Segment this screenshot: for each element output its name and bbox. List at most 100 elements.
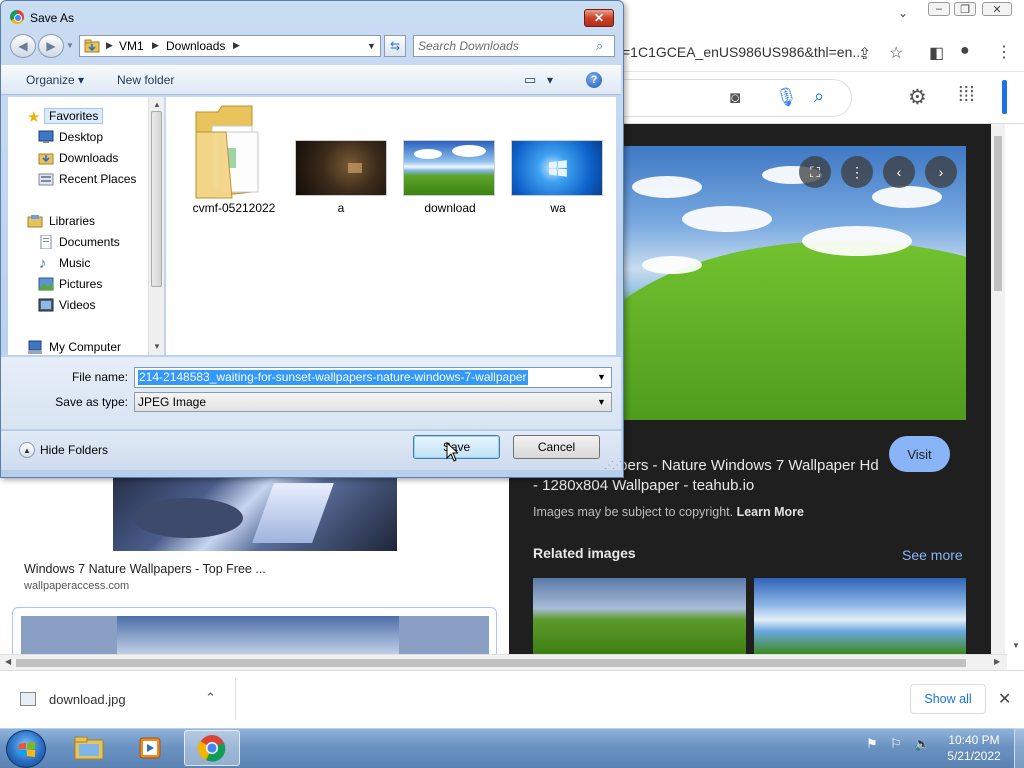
see-more-link[interactable]: See more <box>902 547 963 563</box>
taskbar-explorer[interactable] <box>61 730 117 766</box>
show-all-button[interactable]: Show all <box>910 684 986 714</box>
nav-music[interactable]: Music <box>59 256 90 270</box>
file-label[interactable]: wa <box>508 201 608 215</box>
breadcrumb-vm1[interactable]: VM1 <box>119 39 144 53</box>
new-folder-button[interactable]: New folder <box>117 73 174 87</box>
hide-folders-chevron-icon[interactable]: ▲ <box>19 442 35 458</box>
nav-libraries[interactable]: Libraries <box>49 214 95 228</box>
search-input[interactable] <box>418 38 588 54</box>
url-text[interactable]: =1C1GCEA_enUS986US986&thl=en... <box>622 44 864 60</box>
refresh-button[interactable]: ⇆ <box>384 35 406 57</box>
nav-pictures[interactable]: Pictures <box>59 277 102 291</box>
scroll-down-arrow-icon[interactable]: ▼ <box>1012 641 1020 650</box>
file-name-combobox[interactable]: 214-2148583_waiting-for-sunset-wallpaper… <box>134 367 612 388</box>
related-image-1[interactable] <box>533 578 746 654</box>
chrome-icon <box>197 735 226 762</box>
file-name-dropdown-icon[interactable]: ▼ <box>597 372 606 382</box>
close-window-button[interactable]: ✕ <box>982 2 1012 16</box>
view-options-chevron-icon[interactable]: ▾ <box>547 73 553 87</box>
result-thumbnail-rocks[interactable] <box>113 478 397 551</box>
help-icon[interactable]: ? <box>586 72 602 88</box>
hide-folders-button[interactable]: Hide Folders <box>40 443 108 457</box>
share-icon[interactable]: ⇪ <box>858 44 871 64</box>
nav-my-computer[interactable]: My Computer <box>49 340 121 354</box>
scroll-down-arrow-icon[interactable]: ▼ <box>153 342 161 351</box>
scroll-left-arrow-icon[interactable]: ◀ <box>5 657 11 666</box>
learn-more-link[interactable]: Learn More <box>737 505 804 519</box>
next-image-button[interactable]: › <box>925 156 957 188</box>
action-center-icon[interactable]: ⚐ <box>890 736 902 752</box>
search-box[interactable]: ⌕ <box>413 35 615 57</box>
breadcrumb-separator-icon[interactable]: ▶ <box>106 40 113 51</box>
minimize-button[interactable]: – <box>928 2 950 16</box>
nav-downloads[interactable]: Downloads <box>59 151 118 165</box>
scroll-up-arrow-icon[interactable]: ▲ <box>153 100 161 109</box>
chrome-menu-icon[interactable]: ⋮ <box>996 42 1012 62</box>
volume-icon[interactable]: 🔈 <box>914 736 930 752</box>
file-label[interactable]: a <box>291 201 391 215</box>
settings-gear-icon[interactable]: ⚙ <box>908 85 927 110</box>
camera-search-icon[interactable]: ◙ <box>730 88 740 108</box>
nav-recent-places[interactable]: Recent Places <box>59 172 136 186</box>
previous-image-button[interactable]: ‹ <box>883 156 915 188</box>
scroll-right-arrow-icon[interactable]: ▶ <box>994 657 1000 666</box>
file-name-input[interactable]: 214-2148583_waiting-for-sunset-wallpaper… <box>138 370 528 385</box>
side-panel-icon[interactable]: ◧ <box>929 43 944 63</box>
breadcrumb-downloads[interactable]: Downloads <box>166 39 225 53</box>
related-image-2[interactable] <box>754 578 966 654</box>
change-view-icon[interactable]: ▭ <box>524 72 536 88</box>
start-button[interactable] <box>6 730 46 768</box>
maximize-button[interactable]: ❐ <box>954 2 976 16</box>
network-error-icon[interactable]: ⚑ <box>866 736 878 752</box>
file-thumbnail-a[interactable] <box>295 140 387 196</box>
address-bar[interactable]: ▶ VM1 ▶ Downloads ▶ ▼ <box>79 35 381 57</box>
more-options-button[interactable]: ⋮ <box>841 156 873 188</box>
apps-grid-icon[interactable]: ⁞⁞⁞ <box>958 84 975 107</box>
download-item-name[interactable]: download.jpg <box>49 692 126 707</box>
profile-avatar-icon[interactable]: ● <box>960 42 970 60</box>
file-label[interactable]: cvmf-05212022 <box>184 201 284 215</box>
lens-search-button[interactable]: ⛶ <box>799 156 831 188</box>
large-folder-icon <box>195 105 259 199</box>
dialog-close-button[interactable]: ✕ <box>584 9 614 27</box>
clock[interactable]: 10:40 PM 5/21/2022 <box>934 732 1014 764</box>
tab-search-chevron-icon[interactable]: ⌄ <box>898 6 908 20</box>
file-label[interactable]: download <box>400 201 500 215</box>
page-vertical-scrollbar[interactable] <box>991 124 1005 654</box>
show-desktop-button[interactable] <box>1014 728 1024 768</box>
bookmark-star-icon[interactable]: ☆ <box>889 43 903 63</box>
page-horizontal-scrollbar[interactable] <box>0 654 1007 670</box>
organize-button[interactable]: Organize ▾ <box>26 73 84 87</box>
breadcrumb-separator-icon[interactable]: ▶ <box>152 40 159 51</box>
back-button[interactable]: ◀ <box>10 34 36 58</box>
search-icon[interactable]: ⌕ <box>596 38 603 54</box>
result-source[interactable]: wallpaperaccess.com <box>24 580 129 592</box>
nav-documents[interactable]: Documents <box>59 235 120 249</box>
address-dropdown-icon[interactable]: ▼ <box>367 41 376 51</box>
taskbar-chrome[interactable] <box>184 730 240 766</box>
breadcrumb-separator-icon[interactable]: ▶ <box>233 40 240 51</box>
file-thumbnail-download[interactable] <box>403 140 495 196</box>
file-item-folder[interactable] <box>192 102 268 200</box>
download-options-chevron-icon[interactable]: ⌃ <box>205 690 216 706</box>
nav-favorites[interactable]: Favorites <box>44 108 104 124</box>
forward-button[interactable]: ▶ <box>38 34 64 58</box>
taskbar-media-player[interactable] <box>122 730 178 766</box>
nav-scroll-thumb[interactable] <box>151 111 162 287</box>
cancel-button[interactable]: Cancel <box>513 435 600 459</box>
preview-image[interactable] <box>622 146 966 420</box>
visit-button[interactable]: Visit <box>889 436 950 472</box>
voice-search-icon[interactable]: 🎙 <box>775 87 798 108</box>
nav-pane-scrollbar[interactable]: ▲ ▼ <box>148 97 164 355</box>
result-caption[interactable]: Windows 7 Nature Wallpapers - Top Free .… <box>24 562 266 576</box>
search-icon[interactable]: ⌕ <box>814 86 824 107</box>
save-type-dropdown-icon[interactable]: ▼ <box>597 397 606 407</box>
nav-videos[interactable]: Videos <box>59 298 95 312</box>
file-thumbnail-wa[interactable] <box>511 140 603 196</box>
windows-logo-icon <box>549 160 567 177</box>
save-type-select[interactable]: JPEG Image ▼ <box>134 392 612 412</box>
nav-desktop[interactable]: Desktop <box>59 130 103 144</box>
resize-grip-icon[interactable]: ⋰⋰ <box>604 460 622 471</box>
recent-pages-chevron-icon[interactable]: ▼ <box>66 41 74 50</box>
close-shelf-icon[interactable]: ✕ <box>998 689 1011 709</box>
